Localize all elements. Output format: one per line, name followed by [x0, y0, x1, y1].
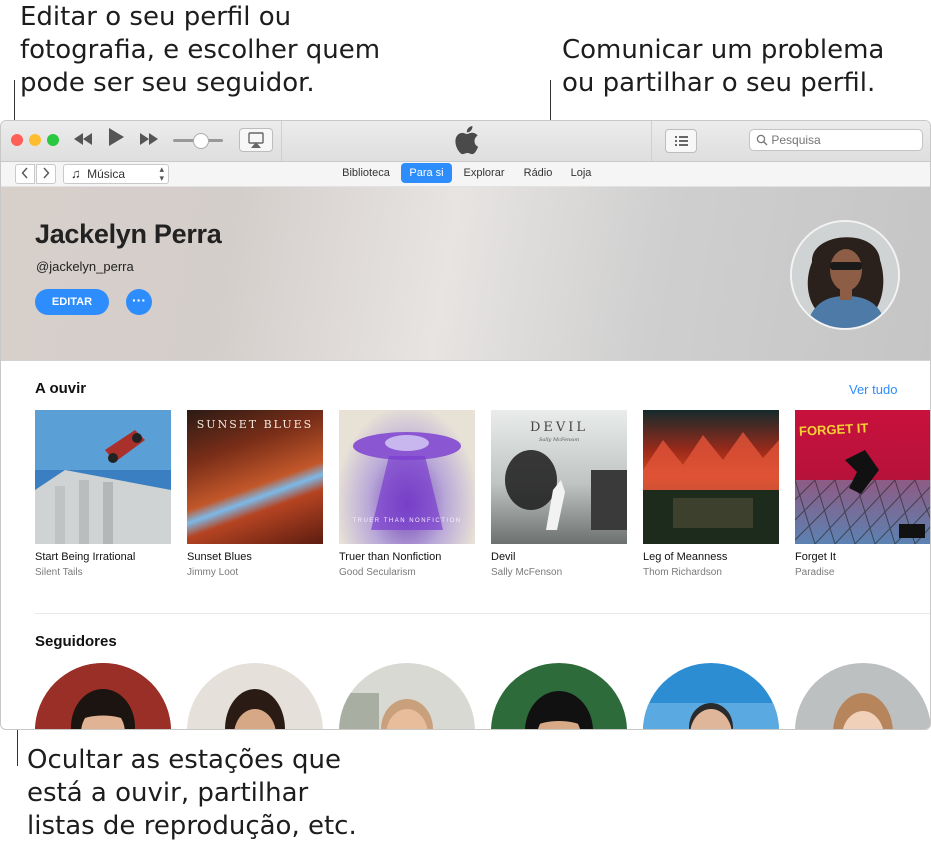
album-title: Sunset Blues	[187, 551, 252, 563]
search-icon	[750, 130, 768, 150]
album-title: Forget It	[795, 551, 836, 563]
album-card[interactable]: FORGET IT Forget It Paradise	[795, 410, 930, 578]
airplay-icon	[248, 132, 264, 148]
album-card[interactable]: Start Being Irrational Silent Tails	[35, 410, 171, 578]
listening-section-title: A ouvir	[35, 380, 87, 397]
media-kind-label: Música	[87, 167, 126, 181]
forward-button[interactable]	[36, 164, 56, 184]
rewind-icon[interactable]	[73, 129, 93, 151]
search-input[interactable]	[771, 133, 912, 147]
tab-for-you[interactable]: Para si	[401, 163, 452, 183]
media-kind-selector[interactable]: ♫ Música ▴ ▾	[63, 164, 169, 184]
album-card[interactable]: Leg of Meanness Thom Richardson	[643, 410, 779, 578]
follower-avatar[interactable]	[491, 663, 627, 729]
profile-header: Jackelyn Perra @jackelyn_perra EDITAR ··…	[1, 187, 930, 361]
follower-avatar[interactable]	[35, 663, 171, 729]
album-art	[643, 410, 779, 544]
see-all-link[interactable]: Ver tudo	[849, 382, 897, 397]
album-art: DEVIL Sally McFenson	[491, 410, 627, 544]
back-button[interactable]	[15, 164, 35, 184]
minimize-window-button[interactable]	[29, 134, 41, 146]
edit-profile-button[interactable]: EDITAR	[35, 289, 109, 315]
follower-avatar[interactable]	[795, 663, 930, 729]
title-bar	[1, 121, 930, 162]
list-icon	[675, 136, 688, 146]
tab-library[interactable]: Biblioteca	[335, 162, 397, 184]
callout-hide-stations: Ocultar as estações que está a ouvir, pa…	[27, 745, 357, 841]
album-title: Start Being Irrational	[35, 551, 136, 563]
album-art	[35, 410, 171, 544]
album-artist: Sally McFenson	[491, 567, 563, 578]
callout-report-share: Comunicar um problema ou partilhar o seu…	[562, 35, 885, 98]
volume-knob[interactable]	[193, 133, 209, 149]
follower-avatar[interactable]	[187, 663, 323, 729]
followers-section-title: Seguidores	[35, 633, 117, 650]
callout-edit-profile: Editar o seu perfil ou fotografia, e esc…	[20, 2, 381, 98]
profile-avatar[interactable]	[790, 220, 900, 330]
more-options-button[interactable]: ···	[126, 289, 152, 315]
apple-logo-icon	[453, 125, 479, 155]
album-artist: Good Secularism	[339, 567, 416, 578]
album-art: TRUER THAN NONFICTION	[339, 410, 475, 544]
album-artist: Jimmy Loot	[187, 567, 239, 578]
album-art-subtext: Sally McFenson	[538, 437, 580, 443]
fast-forward-icon[interactable]	[139, 129, 159, 151]
album-title: Devil	[491, 551, 516, 563]
tab-store[interactable]: Loja	[564, 162, 598, 184]
album-art-text: SUNSET BLUES	[196, 418, 314, 431]
updown-chevron-icon: ▴ ▾	[159, 164, 164, 183]
album-art-text: TRUER THAN NONFICTION	[352, 518, 462, 524]
zoom-window-button[interactable]	[47, 134, 59, 146]
section-divider	[35, 613, 930, 614]
album-artist: Silent Tails	[35, 567, 83, 578]
album-title: Leg of Meanness	[643, 551, 728, 563]
album-card[interactable]: DEVIL Sally McFenson Devil Sally McFenso…	[491, 410, 627, 578]
search-field[interactable]	[749, 129, 923, 151]
tab-radio[interactable]: Rádio	[517, 162, 559, 184]
navigation-bar: ♫ Música ▴ ▾ Biblioteca Para si Explorar …	[1, 162, 930, 187]
album-card[interactable]: SUNSET BLUES Sunset Blues Jimmy Loot	[187, 410, 323, 578]
album-artist: Paradise	[795, 567, 835, 578]
tab-browse[interactable]: Explorar	[457, 162, 511, 184]
chevron-left-icon	[21, 167, 28, 179]
itunes-window: ♫ Música ▴▾ Biblioteca Para si Explorar …	[0, 120, 931, 730]
follower-avatar[interactable]	[643, 663, 779, 729]
album-card[interactable]: TRUER THAN NONFICTION Truer than Nonfict…	[339, 410, 475, 578]
toolbar-separator	[651, 121, 652, 161]
album-art: FORGET IT	[795, 410, 930, 544]
music-note-icon: ♫	[71, 166, 81, 181]
toolbar-separator	[281, 121, 282, 161]
album-art-text: DEVIL	[529, 420, 589, 435]
profile-handle: @jackelyn_perra	[36, 259, 134, 274]
play-icon[interactable]	[107, 127, 125, 152]
album-artist: Thom Richardson	[643, 567, 722, 578]
close-window-button[interactable]	[11, 134, 23, 146]
album-art: SUNSET BLUES	[187, 410, 323, 544]
album-title: Truer than Nonfiction	[339, 551, 442, 563]
profile-name: Jackelyn Perra	[35, 219, 222, 249]
follower-avatar[interactable]	[339, 663, 475, 729]
chevron-right-icon	[43, 167, 50, 179]
up-next-button[interactable]	[665, 129, 697, 153]
airplay-button[interactable]	[239, 128, 273, 152]
